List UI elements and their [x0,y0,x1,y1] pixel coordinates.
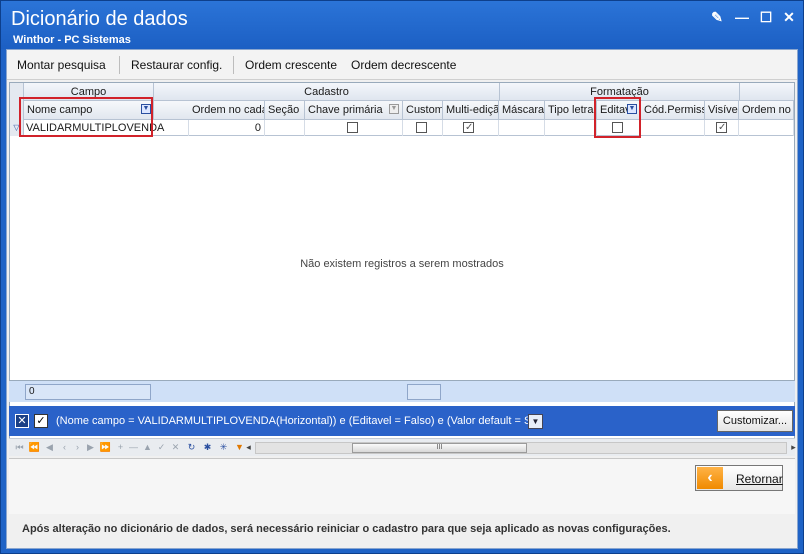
bookmark-icon[interactable]: ✱ [201,441,214,454]
previous-record-icon[interactable]: ◀ [43,441,56,454]
goto-bookmark-icon[interactable]: ✳ [217,441,230,454]
main-window: Dicionário de dados Winthor - PC Sistema… [0,0,804,554]
col-custom[interactable]: Custom [403,101,443,120]
customize-button[interactable]: Customizar... [717,410,793,432]
minimize-button[interactable]: — [732,7,752,27]
montar-pesquisa-button[interactable]: Montar pesquisa [17,58,106,72]
enable-filter-checkbox[interactable]: ✓ [34,414,48,428]
col-ordem-cadastro[interactable]: Ordem no cada [189,101,265,120]
notice-text: Após alteração no dicionário de dados, s… [19,518,779,544]
filter-multi-edicao[interactable] [443,120,499,136]
band-formatacao[interactable]: Formatação [500,83,740,101]
chave-primaria-checkbox[interactable] [347,122,358,133]
column-chooser-icon[interactable] [10,101,24,120]
col-chave-primaria[interactable]: Chave primária ▼ [305,101,403,120]
horizontal-scrollbar[interactable]: III [255,442,787,454]
insert-icon[interactable]: + [114,441,127,454]
col-editavel-label: Editav [600,104,631,116]
previous-icon[interactable]: ‹ [58,441,71,454]
filter-history-dropdown[interactable]: ▼ [528,414,543,429]
filter-editavel[interactable] [597,120,641,136]
footer-summary [407,384,441,400]
col-ordem-relatorio[interactable]: Ordem no re [739,101,794,120]
band-cadastro[interactable]: Cadastro [154,83,500,101]
ordem-crescente-button[interactable]: Ordem crescente [245,58,337,72]
filter-visivel[interactable] [705,120,739,136]
edit-record-icon[interactable]: ▲ [141,441,154,454]
navigation-bar: ⏮ ⏪ ◀ ‹ › ▶ ⏩ + — ▲ ✓ ✕ ↻ ✱ ✳ ▼ III ◂ ▸ [9,438,796,456]
next-page-icon[interactable]: ⏩ [99,441,112,454]
scrollbar-thumb[interactable]: III [352,443,527,453]
edit-icon[interactable]: ✎ [707,7,727,27]
col-secao[interactable]: Seção [265,101,305,120]
filter-secao[interactable] [265,120,305,136]
filter-icon[interactable]: ▼ [141,104,151,114]
scroll-left-icon[interactable]: ◂ [242,441,255,454]
filter-panel: ✕ ✓ (Nome campo = VALIDARMULTIPLOVENDA(H… [9,406,795,436]
title-bar: Dicionário de dados Winthor - PC Sistema… [1,1,803,49]
filter-icon[interactable]: ▼ [389,104,399,114]
menu-separator [119,56,120,74]
maximize-button[interactable]: ☐ [756,7,776,27]
col-nome-campo[interactable]: Nome campo ▼ [24,101,154,120]
retornar-button[interactable]: ‹ Retornar [695,465,783,491]
clear-filter-button[interactable]: ✕ [15,414,29,428]
cancel-icon[interactable]: ✕ [169,441,182,454]
action-area: ‹ Retornar [9,458,795,514]
filter-nome-campo[interactable]: VALIDARMULTIPLOVENDA [24,120,189,136]
band-campo[interactable]: Campo [24,83,154,101]
window-subtitle: Winthor - PC Sistemas [13,34,131,46]
filter-row-indicator-icon: ▽ [10,120,24,136]
delete-icon[interactable]: — [127,441,140,454]
client-area: Montar pesquisa Restaurar config. Ordem … [6,49,798,549]
filter-ordem[interactable]: 0 [189,120,265,136]
col-nome-campo-label: Nome campo [27,104,93,116]
empty-message: Não existem registros a serem mostrados [300,258,504,270]
col-editavel[interactable]: Editav ▼ [597,101,641,120]
restaurar-config-button[interactable]: Restaurar config. [131,58,222,72]
filter-row[interactable]: ▽ VALIDARMULTIPLOVENDA 0 [10,120,794,136]
scroll-right-icon[interactable]: ▸ [787,441,800,454]
col-chave-primaria-label: Chave primária [308,104,383,116]
filter-expression[interactable]: (Nome campo = VALIDARMULTIPLOVENDA(Horiz… [56,415,535,427]
custom-checkbox[interactable] [416,122,427,133]
menu-bar: Montar pesquisa Restaurar config. Ordem … [7,50,797,80]
col-tipo-letra[interactable]: Tipo letra [545,101,597,120]
grid-menu-icon[interactable] [10,83,24,101]
band-header-row: Campo Cadastro Formatação [10,83,794,101]
filter-icon[interactable]: ▼ [627,104,637,114]
col-multi-edicao[interactable]: Multi-ediçã [443,101,499,120]
next-icon[interactable]: › [71,441,84,454]
footer-count: 0 [25,384,151,400]
close-button[interactable]: ✕ [779,7,799,27]
col-cod-permissao[interactable]: Cód.Permiss [641,101,705,120]
col-visivel[interactable]: Visível [705,101,739,120]
filter-mascara[interactable] [499,120,545,136]
next-record-icon[interactable]: ▶ [84,441,97,454]
menu-separator [233,56,234,74]
col-mascara[interactable]: Máscara [499,101,545,120]
filter-cod-permissao[interactable] [641,120,705,136]
first-page-icon[interactable]: ⏮ [13,441,26,454]
column-header-row: Nome campo ▼ Ordem no cada Seção Chave p… [10,101,794,120]
visivel-checkbox[interactable] [716,120,727,136]
window-title: Dicionário de dados [11,8,188,30]
filter-chave-primaria[interactable] [305,120,403,136]
filter-ordem-relatorio[interactable] [739,120,794,136]
refresh-icon[interactable]: ↻ [185,441,198,454]
grid-footer: 0 [9,380,795,402]
back-arrow-icon: ‹ [697,467,723,489]
filter-tipo-letra[interactable] [545,120,597,136]
retornar-label: Retornar [736,472,783,486]
previous-page-icon[interactable]: ⏪ [28,441,41,454]
filter-custom[interactable] [403,120,443,136]
post-icon[interactable]: ✓ [155,441,168,454]
ordem-decrescente-button[interactable]: Ordem decrescente [351,58,456,72]
editavel-checkbox[interactable] [612,122,623,133]
multi-edicao-checkbox[interactable] [463,120,474,136]
